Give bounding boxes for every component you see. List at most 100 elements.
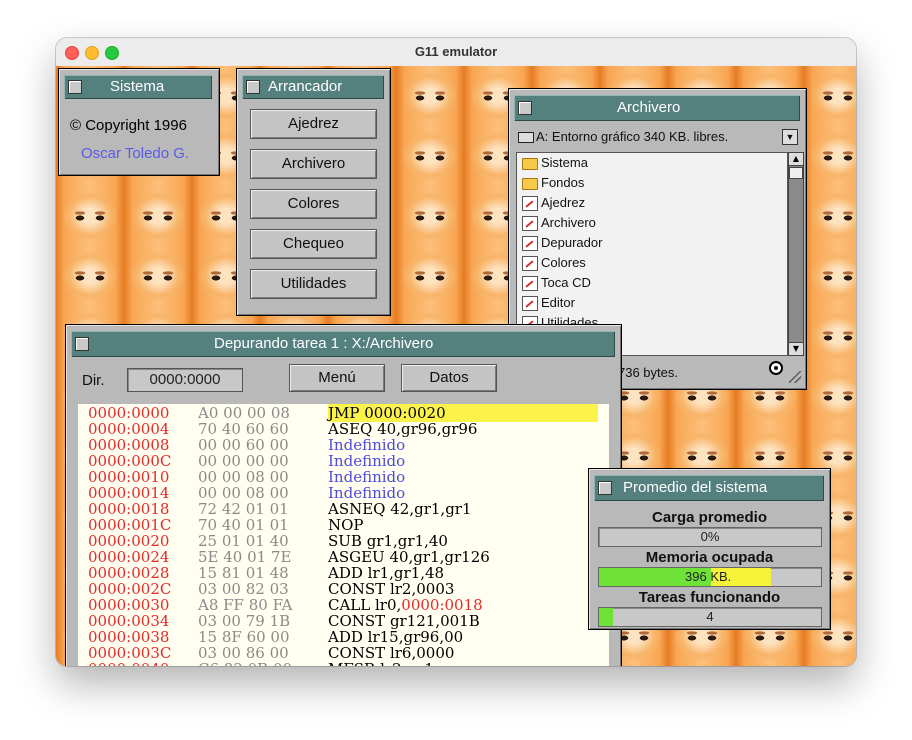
- scroll-up-arrow-icon[interactable]: ▲: [789, 153, 803, 166]
- drive-label: A: Entorno gráfico 340 KB. libres.: [536, 129, 729, 144]
- drive-icon: [518, 132, 534, 143]
- folder-icon: [522, 178, 538, 190]
- sistema-title-bar[interactable]: Sistema: [64, 75, 212, 99]
- promedio-title: Promedio del sistema: [623, 479, 768, 496]
- memory-label: Memoria ocupada: [645, 549, 774, 566]
- copyright-text: © Copyright 1996: [70, 117, 187, 134]
- sistema-title: Sistema: [110, 78, 165, 95]
- drive-dropdown-arrow-icon[interactable]: ▼: [782, 129, 798, 145]
- close-box-icon[interactable]: [68, 80, 82, 94]
- memory-unit: KB.: [710, 569, 732, 584]
- dir-input[interactable]: 0000:0000: [127, 368, 243, 392]
- tasks-value: 4: [706, 609, 714, 624]
- utilidades-button[interactable]: Utilidades: [250, 269, 377, 299]
- dir-label: Dir.: [82, 372, 105, 389]
- bytes-cell: C6 82 0B 00: [198, 660, 292, 666]
- info-button-icon[interactable]: [769, 361, 783, 375]
- instruction-text: MFSR lr2,pc1: [328, 660, 434, 666]
- application-icon: [522, 196, 538, 211]
- author-text: Oscar Toledo G.: [81, 145, 190, 162]
- colores-button[interactable]: Colores: [250, 189, 377, 219]
- application-icon: [522, 216, 538, 231]
- disassembly-row[interactable]: 0000:0010 00 00 08 00 Indefinido: [78, 468, 609, 486]
- disassembly-row[interactable]: 0000:003C 03 00 86 00 CONST lr6,0000: [78, 644, 609, 662]
- desktop-background: Sistema © Copyright 1996 Oscar Toledo G.…: [56, 66, 856, 666]
- file-name: Toca CD: [541, 275, 591, 290]
- close-box-icon[interactable]: [246, 80, 260, 94]
- close-box-icon[interactable]: [75, 337, 89, 351]
- file-list-item[interactable]: Editor: [517, 293, 787, 313]
- scroll-down-arrow-icon[interactable]: ▼: [789, 342, 803, 355]
- close-box-icon[interactable]: [518, 101, 532, 115]
- file-list-item[interactable]: Fondos: [517, 173, 787, 193]
- disassembly-row[interactable]: 0000:0034 03 00 79 1B CONST gr121,001B: [78, 612, 609, 630]
- disassembly-row[interactable]: 0000:000C 00 00 00 00 Indefinido: [78, 452, 609, 470]
- file-name: Ajedrez: [541, 195, 586, 210]
- title-bar: G11 emulator: [56, 38, 856, 67]
- promedio-window: Promedio del sistema Carga promedio 0% M…: [588, 468, 831, 630]
- disassembly-view[interactable]: 0000:0000 A0 00 00 08 JMP 0000:0020 0000:00…: [78, 404, 609, 666]
- drive-selector[interactable]: A: Entorno gráfico 340 KB. libres. ▼: [514, 127, 800, 147]
- disassembly-row[interactable]: 0000:002C 03 00 82 03 CONST lr2,0003: [78, 580, 609, 598]
- tasks-bar: 4: [598, 607, 822, 627]
- disassembly-row[interactable]: 0000:0024 5E 40 01 7E ASGEU 40,gr1,gr126: [78, 548, 609, 566]
- folder-icon: [522, 158, 538, 170]
- application-icon: [522, 276, 538, 291]
- file-name: Sistema: [541, 155, 588, 170]
- application-icon: [522, 296, 538, 311]
- disassembly-row[interactable]: 0000:001C 70 40 01 01 NOP: [78, 516, 609, 534]
- disassembly-row[interactable]: 0000:0030 A8 FF 80 FA CALL lr0,0000:0018: [78, 596, 609, 614]
- memory-bar: 396 KB.: [598, 567, 822, 587]
- ajedrez-button[interactable]: Ajedrez: [250, 109, 377, 139]
- archivero-title-bar[interactable]: Archivero: [514, 95, 800, 121]
- file-name: Depurador: [541, 235, 603, 250]
- archivero-title: Archivero: [617, 99, 681, 116]
- memory-amount: 396: [685, 569, 707, 584]
- file-list-item[interactable]: Toca CD: [517, 273, 787, 293]
- disassembly-row[interactable]: 0000:0008 00 00 60 00 Indefinido: [78, 436, 609, 454]
- address-cell: 0000:0040: [88, 660, 169, 666]
- datos-button[interactable]: Datos: [401, 364, 497, 392]
- archivero-button[interactable]: Archivero: [250, 149, 377, 179]
- load-label: Carga promedio: [651, 509, 768, 526]
- disassembly-row[interactable]: 0000:0014 00 00 08 00 Indefinido: [78, 484, 609, 502]
- debugger-title: Depurando tarea 1 : X:/Archivero: [214, 335, 434, 352]
- window-title: G11 emulator: [414, 44, 498, 59]
- application-icon: [522, 236, 538, 251]
- debugger-window: Depurando tarea 1 : X:/Archivero Dir. 00…: [65, 324, 622, 666]
- arrancador-title-bar[interactable]: Arrancador: [242, 75, 384, 99]
- file-name: Archivero: [541, 215, 596, 230]
- file-list-item[interactable]: Archivero: [517, 213, 787, 233]
- debugger-title-bar[interactable]: Depurando tarea 1 : X:/Archivero: [71, 331, 615, 357]
- tasks-label: Tareas funcionando: [638, 589, 781, 606]
- file-name: Editor: [541, 295, 575, 310]
- menu-button[interactable]: Menú: [289, 364, 385, 392]
- application-icon: [522, 256, 538, 271]
- load-value: 0%: [700, 529, 720, 544]
- disassembly-row[interactable]: 0000:0004 70 40 60 60 ASEQ 40,gr96,gr96: [78, 420, 609, 438]
- arrancador-title: Arrancador: [268, 78, 343, 95]
- disassembly-row[interactable]: 0000:0000 A0 00 00 08 JMP 0000:0020: [78, 404, 609, 422]
- disassembly-row[interactable]: 0000:0038 15 8F 60 00 ADD lr15,gr96,00: [78, 628, 609, 646]
- file-list-item[interactable]: Sistema: [517, 153, 787, 173]
- file-list-item[interactable]: Ajedrez: [517, 193, 787, 213]
- file-list-item[interactable]: Colores: [517, 253, 787, 273]
- file-name: Colores: [541, 255, 586, 270]
- emulator-window: G11 emulator Sistema © Copyright 1996 Os…: [56, 38, 856, 666]
- disassembly-row[interactable]: 0000:0020 25 01 01 40 SUB gr1,gr1,40: [78, 532, 609, 550]
- file-name: Fondos: [541, 175, 585, 190]
- close-box-icon[interactable]: [598, 481, 612, 495]
- memory-value: 396 KB.: [685, 569, 821, 584]
- disassembly-row[interactable]: 0000:0018 72 42 01 01 ASNEQ 42,gr1,gr1: [78, 500, 609, 518]
- chequeo-button[interactable]: Chequeo: [250, 229, 377, 259]
- sistema-window: Sistema © Copyright 1996 Oscar Toledo G.: [58, 68, 220, 176]
- load-bar: 0%: [598, 527, 822, 547]
- disassembly-row[interactable]: 0000:0028 15 81 01 48 ADD lr1,gr1,48: [78, 564, 609, 582]
- promedio-title-bar[interactable]: Promedio del sistema: [594, 475, 824, 501]
- arrancador-window: Arrancador Ajedrez Archivero Colores Che…: [236, 68, 391, 316]
- file-list-item[interactable]: Depurador: [517, 233, 787, 253]
- disassembly-row[interactable]: 0000:0040 C6 82 0B 00 MFSR lr2,pc1: [78, 660, 609, 666]
- scroll-thumb[interactable]: [789, 167, 803, 179]
- resize-grip-icon[interactable]: [789, 371, 801, 383]
- file-list-scrollbar[interactable]: ▲ ▼: [788, 152, 804, 356]
